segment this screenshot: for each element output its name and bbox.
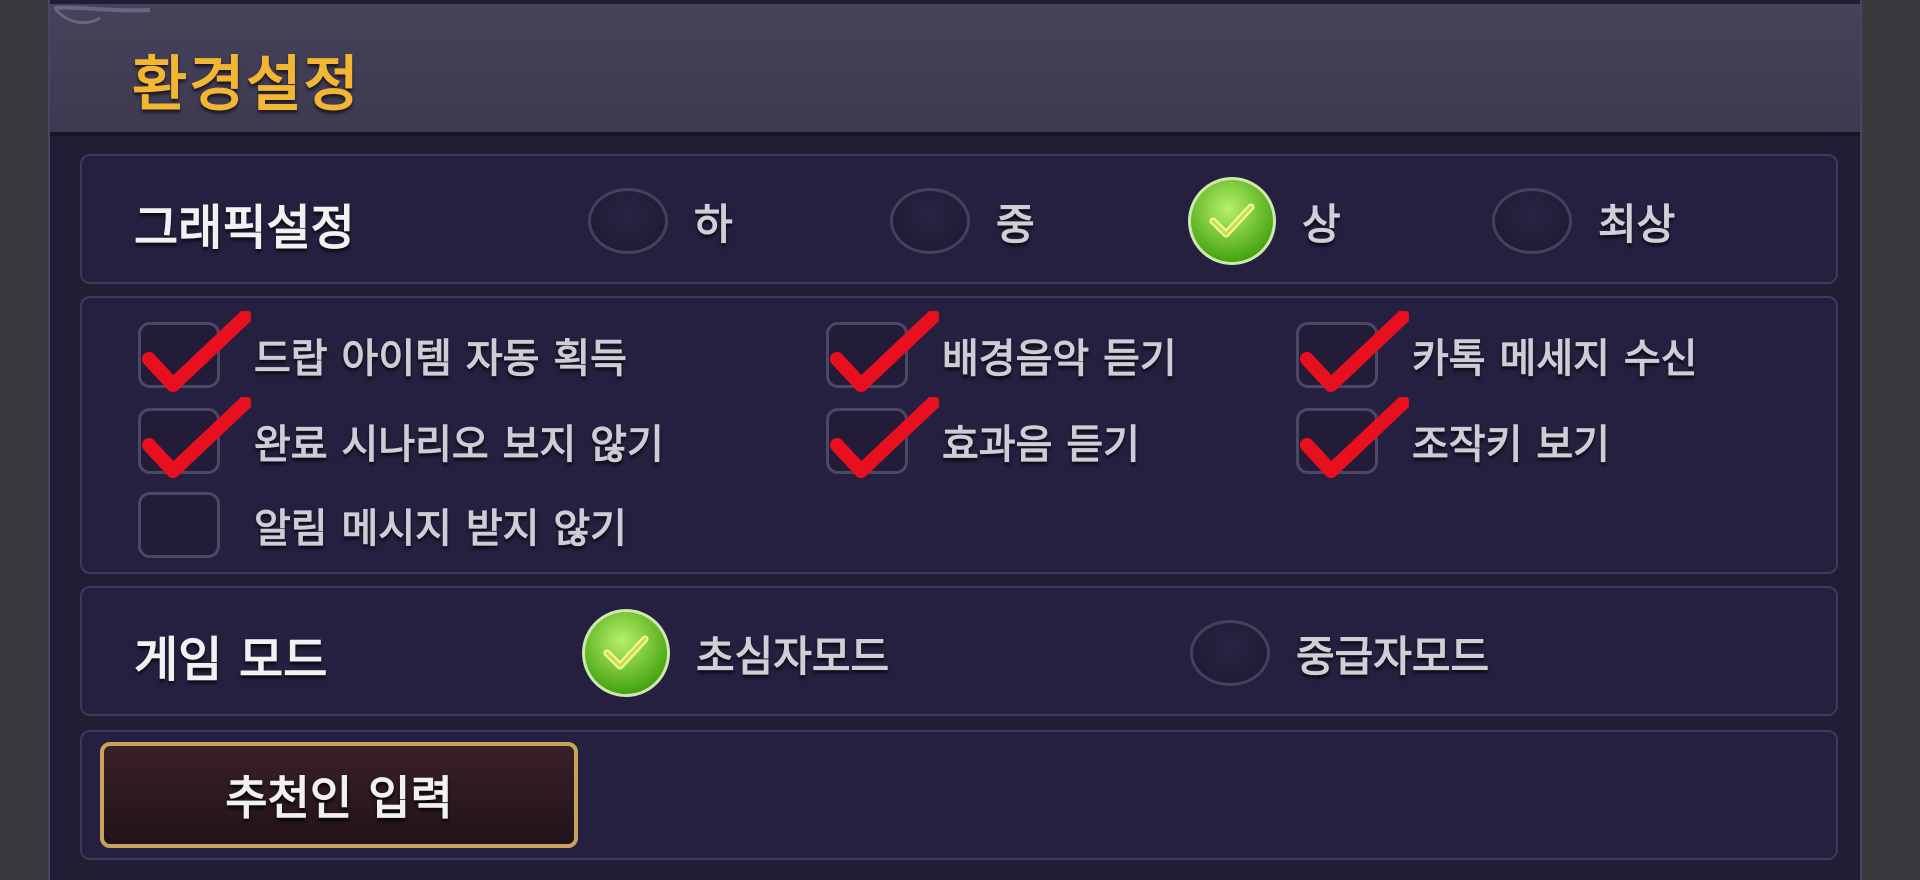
toggle-label: 카톡 메세지 수신: [1412, 336, 1698, 382]
graphics-option-label: 중: [996, 199, 1035, 249]
radio-low[interactable]: [588, 188, 668, 254]
graphics-option-ultra[interactable]: 최상: [1492, 186, 1675, 256]
graphics-option-medium[interactable]: 중: [890, 186, 1035, 256]
red-checkmark-icon: [142, 397, 251, 478]
referral-input-button[interactable]: 추천인 입력: [100, 742, 578, 848]
game-mode-section: 게임 모드 초심자모드 중급자모드: [80, 586, 1838, 716]
graphics-section: 그래픽설정 하 중 상 최상: [80, 154, 1838, 284]
radio-intermediate[interactable]: [1190, 620, 1270, 686]
game-mode-option-label: 초심자모드: [696, 631, 890, 681]
toggle-show-controls[interactable]: 조작키 보기: [1296, 397, 1610, 478]
toggle-label: 완료 시나리오 보지 않기: [254, 422, 664, 468]
green-check-icon: [603, 635, 649, 670]
game-mode-intermediate[interactable]: 중급자모드: [1190, 618, 1489, 688]
graphics-option-label: 최상: [1598, 199, 1676, 249]
graphics-option-label: 상: [1302, 199, 1341, 249]
title-bar: 환경설정: [50, 4, 1860, 136]
red-checkmark-icon: [830, 311, 939, 392]
checkbox[interactable]: [1296, 311, 1409, 392]
checkbox[interactable]: [138, 311, 251, 392]
red-checkmark-icon: [142, 311, 251, 392]
toggle-kakao-message[interactable]: 카톡 메세지 수신: [1296, 311, 1698, 392]
toggle-auto-loot[interactable]: 드랍 아이템 자동 획득: [138, 311, 627, 392]
toggle-label: 효과음 듣기: [942, 422, 1140, 468]
graphics-option-label: 하: [694, 199, 733, 249]
checkbox[interactable]: [138, 492, 220, 558]
checkbox[interactable]: [138, 397, 251, 478]
radio-ultra[interactable]: [1492, 188, 1572, 254]
radio-beginner-selected[interactable]: [582, 609, 670, 697]
game-mode-option-label: 중급자모드: [1296, 631, 1490, 681]
radio-high-selected[interactable]: [1188, 177, 1276, 265]
settings-panel: 환경설정 그래픽설정 하 중 상 최상 드랍 아이템 자동 획득 배경음악 듣기…: [48, 0, 1862, 880]
graphics-label: 그래픽설정: [134, 200, 355, 256]
game-mode-label: 게임 모드: [134, 632, 328, 688]
toggle-skip-scenario[interactable]: 완료 시나리오 보지 않기: [138, 397, 664, 478]
toggle-sfx[interactable]: 효과음 듣기: [826, 397, 1140, 478]
red-checkmark-icon: [1300, 397, 1409, 478]
toggle-label: 조작키 보기: [1412, 422, 1610, 468]
red-checkmark-icon: [1300, 311, 1409, 392]
checkbox[interactable]: [826, 397, 939, 478]
checkbox[interactable]: [826, 311, 939, 392]
toggle-label: 알림 메시지 받지 않기: [254, 506, 627, 552]
toggle-label: 드랍 아이템 자동 획득: [254, 336, 627, 382]
checkbox[interactable]: [1296, 397, 1409, 478]
page-title: 환경설정: [132, 50, 361, 120]
radio-medium[interactable]: [890, 188, 970, 254]
green-check-icon: [1209, 203, 1255, 238]
graphics-option-low[interactable]: 하: [588, 186, 733, 256]
game-mode-beginner[interactable]: 초심자모드: [582, 608, 889, 698]
toggles-section: 드랍 아이템 자동 획득 배경음악 듣기 카톡 메세지 수신 완료 시나리오 보…: [80, 296, 1838, 574]
toggle-label: 배경음악 듣기: [942, 336, 1177, 382]
red-checkmark-icon: [830, 397, 939, 478]
graphics-option-high[interactable]: 상: [1188, 176, 1341, 266]
referral-section: 추천인 입력: [80, 730, 1838, 860]
toggle-bgm[interactable]: 배경음악 듣기: [826, 311, 1177, 392]
toggle-mute-notifications[interactable]: 알림 메시지 받지 않기: [138, 492, 627, 558]
